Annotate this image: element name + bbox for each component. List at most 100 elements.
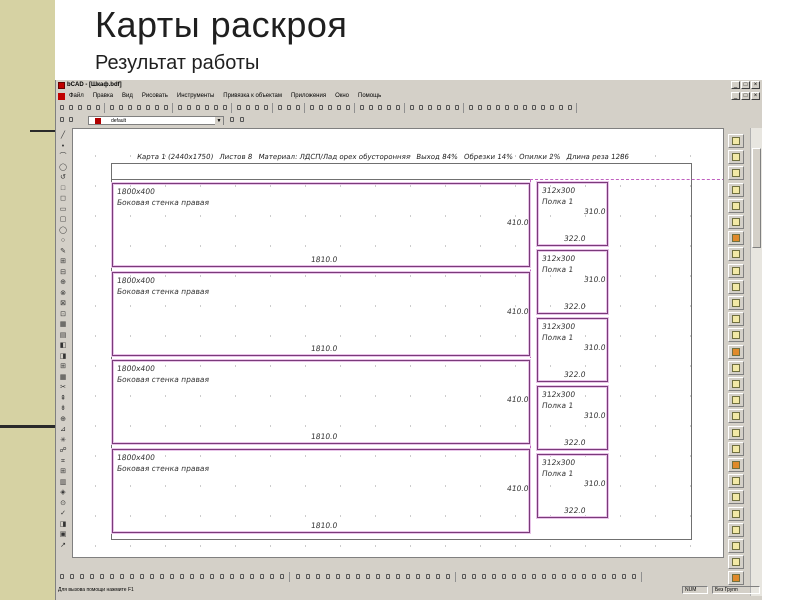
edit-mode-icon[interactable] (294, 572, 302, 581)
vertical-scrollbar[interactable] (750, 128, 762, 596)
minimize-button[interactable]: _ (731, 81, 740, 89)
palette-icon[interactable] (67, 115, 75, 124)
snap-mode-icon[interactable] (208, 572, 216, 581)
draw-tool-icon[interactable]: ⌒ (59, 153, 67, 160)
layer-tool-icon[interactable] (408, 103, 416, 112)
draw-tool-icon[interactable]: ⊟ (59, 269, 67, 276)
draw-tool-icon[interactable]: ▥ (59, 479, 67, 486)
edit-mode-icon[interactable] (404, 572, 412, 581)
object-tool-icon[interactable] (194, 103, 202, 112)
measure-tool-icon[interactable] (394, 103, 402, 112)
snap-mode-icon[interactable] (248, 572, 256, 581)
draw-tool-icon[interactable]: ◨ (59, 521, 67, 528)
draw-tool-icon[interactable]: ⊙ (59, 500, 67, 507)
transform-mode-icon[interactable] (570, 572, 578, 581)
draw-tool-icon[interactable] (521, 103, 529, 112)
draw-tool-icon[interactable]: ⊠ (59, 300, 67, 307)
draw-tool-icon[interactable]: ▦ (59, 321, 67, 328)
draw-tool-icon[interactable]: ○ (59, 237, 67, 244)
zoom-tool-icon[interactable] (285, 103, 293, 112)
snap-mode-icon[interactable] (78, 572, 86, 581)
edge-icon[interactable] (728, 409, 744, 424)
snap-mode-icon[interactable] (278, 572, 286, 581)
edit-tool-icon[interactable] (153, 103, 161, 112)
draw-tool-icon[interactable] (485, 103, 493, 112)
draw-tool-icon[interactable]: ▢ (59, 216, 67, 223)
draw-tool-icon[interactable]: ↺ (59, 174, 67, 181)
transform-mode-icon[interactable] (550, 572, 558, 581)
text-ab-icon[interactable] (728, 360, 744, 375)
draw-tool-icon[interactable]: ⊿ (59, 426, 67, 433)
cut-map-icon[interactable] (728, 425, 744, 440)
edit-mode-icon[interactable] (314, 572, 322, 581)
snap-mode-icon[interactable] (118, 572, 126, 581)
draw-tool-icon[interactable] (503, 103, 511, 112)
close-button[interactable]: × (751, 81, 760, 89)
draw-tool-icon[interactable] (566, 103, 574, 112)
draw-tool-icon[interactable]: ✎ (59, 248, 67, 255)
draw-tool-icon[interactable]: ⊡ (59, 311, 67, 318)
draw-tool-icon[interactable]: ✂ (59, 384, 67, 391)
draw-tool-icon[interactable]: ⌗ (59, 458, 67, 465)
render-tool-icon[interactable] (308, 103, 316, 112)
draw-tool-icon[interactable]: ◯ (59, 227, 67, 234)
measure-tool-icon[interactable] (376, 103, 384, 112)
edit-mode-icon[interactable] (384, 572, 392, 581)
transform-mode-icon[interactable] (500, 572, 508, 581)
view-tool-icon[interactable] (253, 103, 261, 112)
snap-mode-icon[interactable] (98, 572, 106, 581)
menu-window[interactable]: Окно (335, 92, 349, 101)
snap-mode-icon[interactable] (188, 572, 196, 581)
hinge-icon[interactable] (728, 198, 744, 213)
draw-tool-icon[interactable]: ◧ (59, 342, 67, 349)
snap-mode-icon[interactable] (178, 572, 186, 581)
file-tool-icon[interactable] (85, 103, 93, 112)
transform-mode-icon[interactable] (540, 572, 548, 581)
object-tool-icon[interactable] (203, 103, 211, 112)
file-tool-icon[interactable] (67, 103, 75, 112)
transform-mode-icon[interactable] (470, 572, 478, 581)
object-tool-icon[interactable] (221, 103, 229, 112)
print-icon[interactable] (728, 490, 744, 505)
layer-tool-icon[interactable] (417, 103, 425, 112)
file-tool-icon[interactable] (58, 103, 66, 112)
cabinet-icon[interactable] (728, 247, 744, 262)
layer-tool-icon[interactable] (435, 103, 443, 112)
dimension-icon[interactable] (728, 377, 744, 391)
stack-icon[interactable] (728, 539, 744, 553)
material-icon[interactable] (728, 393, 744, 408)
render-tool-icon[interactable] (335, 103, 343, 112)
draw-tool-icon[interactable]: ⊞ (59, 468, 67, 475)
edit-mode-icon[interactable] (334, 572, 342, 581)
draw-tool-icon[interactable]: ▣ (59, 531, 67, 538)
measure-tool-icon[interactable] (385, 103, 393, 112)
view-tool-icon[interactable] (262, 103, 270, 112)
layer-tool-icon[interactable] (426, 103, 434, 112)
transform-mode-icon[interactable] (590, 572, 598, 581)
transform-mode-icon[interactable] (600, 572, 608, 581)
draw-tool-icon[interactable] (548, 103, 556, 112)
transform-mode-icon[interactable] (580, 572, 588, 581)
render-tool-icon[interactable] (326, 103, 334, 112)
draw-tool-icon[interactable]: ⊞ (59, 258, 67, 265)
draw-tool-icon[interactable]: ▤ (59, 332, 67, 339)
facade-icon[interactable] (728, 312, 744, 327)
menu-applications[interactable]: Приложения (291, 92, 326, 101)
report-icon[interactable] (728, 441, 744, 456)
edit-mode-icon[interactable] (324, 572, 332, 581)
transform-mode-icon[interactable] (620, 572, 628, 581)
transform-mode-icon[interactable] (630, 572, 638, 581)
draw-tool-icon[interactable]: ▭ (59, 206, 67, 213)
draw-tool-icon[interactable] (530, 103, 538, 112)
layer-color-swatch[interactable] (95, 118, 101, 124)
edit-mode-icon[interactable] (354, 572, 362, 581)
transform-mode-icon[interactable] (490, 572, 498, 581)
object-tool-icon[interactable] (185, 103, 193, 112)
draw-tool-icon[interactable]: ◻ (59, 195, 67, 202)
measure-tool-icon[interactable] (367, 103, 375, 112)
edit-mode-icon[interactable] (344, 572, 352, 581)
draw-tool-icon[interactable] (512, 103, 520, 112)
draw-tool-icon[interactable] (467, 103, 475, 112)
menu-file[interactable]: Файл (69, 92, 84, 101)
snap-mode-icon[interactable] (258, 572, 266, 581)
